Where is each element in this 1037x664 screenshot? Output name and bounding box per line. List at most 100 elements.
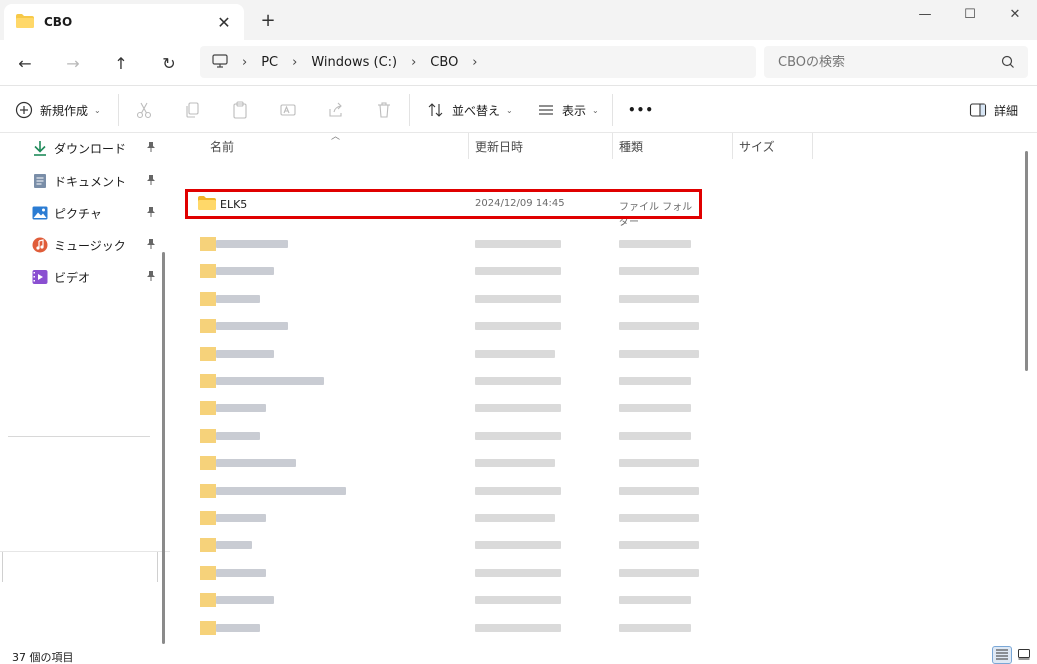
chevron-right-icon: › bbox=[411, 54, 417, 70]
blurred-name bbox=[216, 459, 296, 467]
refresh-button[interactable]: ↻ bbox=[154, 48, 184, 78]
documents-icon bbox=[32, 173, 48, 189]
toolbar-divider bbox=[409, 94, 410, 126]
table-row[interactable] bbox=[176, 319, 816, 339]
details-label: 詳細 bbox=[994, 103, 1019, 118]
blurred-type bbox=[619, 514, 699, 522]
pin-icon[interactable] bbox=[146, 141, 156, 156]
blurred-name bbox=[216, 295, 260, 303]
view-button[interactable]: 表示 ⌄ bbox=[536, 97, 599, 123]
column-divider[interactable] bbox=[812, 133, 813, 159]
pin-icon[interactable] bbox=[146, 174, 156, 189]
search-icon[interactable] bbox=[1000, 54, 1016, 70]
back-button[interactable]: ← bbox=[10, 48, 40, 78]
table-row[interactable] bbox=[176, 374, 816, 394]
sidebar-item-music[interactable]: ミュージック bbox=[32, 234, 160, 256]
sidebar-item-label: ミュージック bbox=[54, 238, 126, 253]
table-row[interactable] bbox=[176, 621, 816, 641]
file-list-scrollbar[interactable] bbox=[1025, 151, 1028, 371]
rename-button[interactable] bbox=[278, 97, 298, 123]
column-header-type[interactable]: 種類 bbox=[619, 133, 643, 159]
music-icon bbox=[32, 237, 48, 253]
sidebar-divider bbox=[8, 436, 150, 437]
blurred-date bbox=[475, 350, 555, 358]
table-row[interactable] bbox=[176, 237, 816, 257]
blurred-name bbox=[216, 322, 288, 330]
table-row[interactable] bbox=[176, 538, 816, 558]
view-label: 表示 bbox=[562, 103, 587, 118]
share-button[interactable] bbox=[326, 97, 346, 123]
column-header-size[interactable]: サイズ bbox=[739, 133, 775, 159]
details-pane-button[interactable]: 詳細 bbox=[968, 97, 1018, 123]
sort-button[interactable]: 並べ替え ⌄ bbox=[426, 97, 513, 123]
maximize-button[interactable]: ☐ bbox=[947, 0, 993, 28]
title-bar: CBO ✕ + — ☐ ✕ bbox=[0, 0, 1037, 40]
sidebar-item-videos[interactable]: ビデオ bbox=[32, 266, 160, 288]
cut-button[interactable] bbox=[134, 97, 154, 123]
table-row[interactable] bbox=[176, 456, 816, 476]
folder-icon bbox=[200, 456, 216, 470]
pin-icon[interactable] bbox=[146, 238, 156, 253]
sidebar-item-pictures[interactable]: ピクチャ bbox=[32, 202, 160, 224]
breadcrumb-drive[interactable]: Windows (C:) bbox=[311, 55, 397, 70]
forward-button[interactable]: → bbox=[58, 48, 88, 78]
column-divider[interactable] bbox=[732, 133, 733, 159]
new-button[interactable]: 新規作成 ⌄ bbox=[14, 97, 101, 123]
details-view-button[interactable] bbox=[992, 646, 1012, 664]
blurred-name bbox=[216, 596, 274, 604]
blurred-date bbox=[475, 624, 561, 632]
folder-icon bbox=[200, 621, 216, 635]
table-row[interactable] bbox=[176, 292, 816, 312]
address-bar[interactable]: › PC › Windows (C:) › CBO › bbox=[200, 46, 756, 78]
table-row[interactable] bbox=[176, 511, 816, 531]
sidebar-scrollbar[interactable] bbox=[162, 252, 165, 644]
paste-button[interactable] bbox=[230, 97, 250, 123]
folder-icon bbox=[200, 347, 216, 361]
pin-icon[interactable] bbox=[146, 270, 156, 285]
table-row[interactable] bbox=[176, 484, 816, 504]
more-options-button[interactable]: ••• bbox=[628, 97, 654, 123]
sidebar-placeholder bbox=[0, 551, 170, 583]
table-row[interactable] bbox=[176, 347, 816, 367]
sidebar-item-documents[interactable]: ドキュメント bbox=[32, 170, 160, 192]
folder-icon bbox=[200, 237, 216, 251]
blurred-date bbox=[475, 377, 561, 385]
copy-button[interactable] bbox=[182, 97, 202, 123]
tab-cbo[interactable]: CBO ✕ bbox=[4, 4, 244, 40]
details-pane-icon bbox=[968, 100, 988, 120]
search-box[interactable] bbox=[764, 46, 1028, 78]
table-row[interactable] bbox=[176, 401, 816, 421]
search-input[interactable] bbox=[778, 54, 988, 70]
folder-icon bbox=[200, 401, 216, 415]
table-row[interactable] bbox=[176, 566, 816, 586]
blurred-type bbox=[619, 459, 699, 467]
table-row[interactable] bbox=[176, 593, 816, 613]
close-tab-button[interactable]: ✕ bbox=[212, 10, 236, 34]
column-header-name[interactable]: 名前 bbox=[210, 133, 234, 159]
minimize-button[interactable]: — bbox=[902, 0, 948, 28]
up-button[interactable]: ↑ bbox=[106, 48, 136, 78]
tiles-view-button[interactable] bbox=[1014, 646, 1034, 664]
column-divider[interactable] bbox=[612, 133, 613, 159]
list-view-icon bbox=[536, 100, 556, 120]
table-row[interactable] bbox=[176, 264, 816, 284]
chevron-right-icon[interactable]: › bbox=[472, 55, 477, 70]
folder-icon bbox=[200, 511, 216, 525]
table-row[interactable] bbox=[176, 429, 816, 449]
breadcrumb-pc[interactable]: PC bbox=[261, 55, 278, 70]
blurred-date bbox=[475, 487, 561, 495]
delete-button[interactable] bbox=[374, 97, 394, 123]
close-window-button[interactable]: ✕ bbox=[992, 0, 1037, 28]
blurred-name bbox=[216, 404, 266, 412]
breadcrumb-folder[interactable]: CBO bbox=[430, 55, 458, 70]
new-tab-button[interactable]: + bbox=[256, 8, 280, 32]
pictures-icon bbox=[32, 205, 48, 221]
folder-icon bbox=[200, 566, 216, 580]
pin-icon[interactable] bbox=[146, 206, 156, 221]
column-divider[interactable] bbox=[468, 133, 469, 159]
command-bar: 新規作成 ⌄ 並べ替え ⌄ 表示 ⌄ ••• 詳細 bbox=[0, 87, 1037, 133]
column-header-date[interactable]: 更新日時 bbox=[475, 133, 523, 159]
chevron-down-icon: ⌄ bbox=[506, 105, 513, 115]
sidebar-item-downloads[interactable]: ダウンロード bbox=[32, 137, 160, 159]
blurred-type bbox=[619, 267, 699, 275]
